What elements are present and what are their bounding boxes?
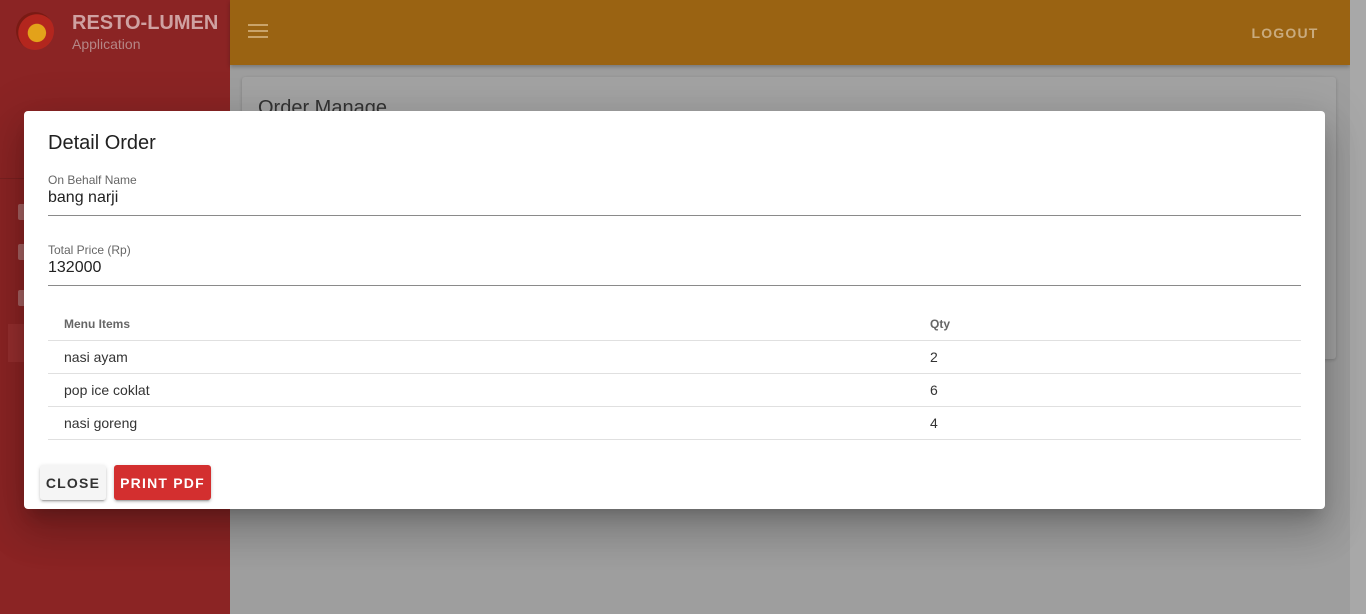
menu-item-qty: 4 bbox=[930, 415, 938, 431]
menu-item-name: pop ice coklat bbox=[64, 382, 150, 398]
field-label: Total Price (Rp) bbox=[48, 243, 131, 257]
field-value[interactable]: 132000 bbox=[48, 257, 1301, 285]
menu-item-qty: 6 bbox=[930, 382, 938, 398]
order-items-table: Menu Items Qty nasi ayam 2 pop ice cokla… bbox=[48, 308, 1301, 440]
page-scrollbar[interactable] bbox=[1350, 0, 1366, 614]
field-label: On Behalf Name bbox=[48, 173, 137, 187]
table-header-row: Menu Items Qty bbox=[48, 308, 1301, 341]
column-header-menu-items: Menu Items bbox=[64, 317, 131, 331]
menu-item-name: nasi goreng bbox=[64, 415, 138, 431]
menu-item-name: nasi ayam bbox=[64, 349, 128, 365]
app-subtitle: Application bbox=[72, 36, 141, 52]
column-header-qty: Qty bbox=[930, 317, 951, 331]
total-price-field[interactable]: Total Price (Rp) 132000 bbox=[48, 243, 1301, 286]
close-button[interactable]: CLOSE bbox=[40, 465, 106, 500]
logout-button[interactable]: LOGOUT bbox=[1220, 22, 1350, 44]
app-logo bbox=[16, 12, 54, 50]
field-value[interactable]: bang narji bbox=[48, 187, 1301, 215]
detail-order-dialog: Detail Order On Behalf Name bang narji T… bbox=[24, 111, 1325, 509]
menu-item-qty: 2 bbox=[930, 349, 938, 365]
on-behalf-name-field[interactable]: On Behalf Name bang narji bbox=[48, 173, 1301, 216]
table-row: nasi goreng 4 bbox=[48, 407, 1301, 440]
table-row: nasi ayam 2 bbox=[48, 341, 1301, 374]
print-pdf-button[interactable]: PRINT PDF bbox=[114, 465, 211, 500]
top-bar: LOGOUT bbox=[230, 0, 1350, 65]
app-title: RESTO-LUMEN bbox=[72, 12, 219, 34]
brand: RESTO-LUMEN Application bbox=[16, 10, 218, 52]
table-row: pop ice coklat 6 bbox=[48, 374, 1301, 407]
hamburger-menu-icon[interactable] bbox=[248, 24, 268, 40]
dialog-title: Detail Order bbox=[48, 132, 156, 154]
